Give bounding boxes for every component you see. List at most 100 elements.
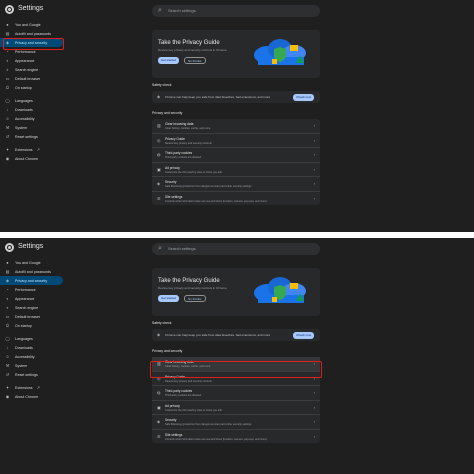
get-started-button[interactable]: Get started [158,295,179,302]
sidebar-item-languages[interactable]: ◯ Languages [0,334,66,343]
wrench-icon: ⚒ [5,125,10,130]
list-item-ad-privacy[interactable]: ▣ Ad privacy Customize the info used by … [152,163,320,177]
sidebar-item-label: On startup [15,85,32,90]
sidebar-item-default-browser[interactable]: ▭ Default browser [0,74,66,83]
sidebar-item-accessibility[interactable]: ☺ Accessibility [0,114,66,123]
sidebar-item-search-engine[interactable]: ⌕ Search engine [0,303,66,312]
sidebar-item-accessibility[interactable]: ☺ Accessibility [0,352,66,361]
row-description: Review key privacy and security controls [165,379,212,383]
row-title: Security [165,180,177,184]
no-thanks-button[interactable]: No thanks [184,57,206,64]
sidebar-item-languages[interactable]: ◯ Languages [0,96,66,105]
reset-icon: ↺ [5,372,10,377]
search-input[interactable]: ⌕ Search settings [152,5,320,17]
sidebar-item-downloads[interactable]: ↓ Downloads [0,343,66,352]
browser-icon: ▭ [5,314,10,319]
search-placeholder: Search settings [168,246,196,251]
search-input[interactable]: ⌕ Search settings [152,243,320,255]
row-title: Site settings [165,432,183,437]
row-description: Safe Browsing (protection from dangerous… [165,185,252,188]
power-icon: ⏻ [5,323,10,328]
sidebar-item-autofill[interactable]: ▤ Autofill and passwords [0,29,66,38]
sidebar-item-autofill[interactable]: ▤ Autofill and passwords [0,267,66,276]
sidebar-item-label: Autofill and passwords [15,269,51,274]
sidebar-item-reset[interactable]: ↺ Reset settings [0,132,66,141]
chrome-logo-icon [5,5,14,14]
sidebar-item-performance[interactable]: ◔ Performance [0,285,66,294]
palette-icon: ◐ [6,296,9,301]
row-description: Safe Browsing (protection from dangerous… [165,423,252,426]
row-description: Third-party cookies are allowed [165,394,202,397]
sidebar-item-label: Default browser [15,76,41,81]
sidebar-item-extensions[interactable]: ✦ Extensions ↗ [0,145,66,154]
accessibility-icon: ☺ [5,354,10,359]
check-now-button[interactable]: Check now [293,93,314,101]
sidebar-item-extensions[interactable]: ✦ Extensions ↗ [0,383,66,392]
sidebar-item-appearance[interactable]: ◐ Appearance [0,56,66,65]
row-title: Third-party cookies [165,389,193,393]
row-description: Review key privacy and security controls [165,141,212,145]
sidebar-item-you-and-google[interactable]: ● You and Google [0,20,66,29]
sidebar-item-default-browser[interactable]: ▭ Default browser [0,312,66,321]
compass-icon: ◎ [157,137,161,143]
chevron-right-icon: › [313,404,315,410]
no-thanks-button[interactable]: No thanks [184,295,206,302]
browser-icon: ▭ [5,76,10,81]
list-item-third-party-cookies[interactable]: ◍ Third-party cookies Third-party cookie… [152,386,320,401]
list-item-site-settings[interactable]: ☰ Site settings Controls what informatio… [152,430,320,444]
list-item-security[interactable]: ◈ Security Safe Browsing (protection fro… [152,415,320,430]
row-description: Customize the info used by sites to show… [165,170,222,174]
shield-icon: ◈ [157,419,161,424]
sidebar-item-label: Default browser [15,314,41,319]
list-item-privacy-guide[interactable]: ◎ Privacy Guide Review key privacy and s… [152,134,320,148]
list-item-site-settings[interactable]: ☰ Site settings Controls what informatio… [152,192,320,206]
sidebar-item-label: System [15,125,27,130]
list-item-clear-browsing-data[interactable]: ▥ Clear browsing data Clear history, coo… [152,119,320,134]
sidebar-item-privacy[interactable]: ◈ Privacy and security [0,276,63,285]
shield-check-icon: ◈ [157,94,161,99]
row-title: Clear browsing data [165,122,194,126]
sidebar-item-you-and-google[interactable]: ● You and Google [0,258,66,267]
chevron-right-icon: › [313,181,315,186]
row-title: Third-party cookies [165,151,193,155]
sidebar-item-label: Appearance [15,58,35,63]
sidebar-item-on-startup[interactable]: ⏻ On startup [0,321,66,330]
sidebar-item-about-chrome[interactable]: ◉ About Chrome [0,392,66,401]
search-icon: ⌕ [6,305,9,310]
sidebar-item-search-engine[interactable]: ⌕ Search engine [0,65,66,74]
row-title: Site settings [165,194,183,199]
list-item-third-party-cookies[interactable]: ◍ Third-party cookies Third-party cookie… [152,148,320,163]
sidebar-item-downloads[interactable]: ↓ Downloads [0,105,66,114]
list-item-ad-privacy[interactable]: ▣ Ad privacy Customize the info used by … [152,401,320,415]
sidebar-item-system[interactable]: ⚒ System [0,123,66,132]
row-description: Customize the info used by sites to show… [165,408,222,412]
shield-icon: ◈ [157,181,161,186]
privacy-guide-title: Take the Privacy Guide [158,278,220,284]
chevron-right-icon: › [313,152,315,157]
highlight-box-clear-browsing-data [150,361,322,378]
sidebar-item-label: Languages [15,98,33,103]
row-description: Clear history, cookies, cache, and more [165,127,211,130]
app-title: Settings [18,5,44,12]
get-started-button[interactable]: Get started [158,57,179,64]
puzzle-icon: ✦ [5,147,10,152]
sidebar-item-label: Extensions [15,147,33,152]
list-item-security[interactable]: ◈ Security Safe Browsing (protection fro… [152,177,320,192]
sidebar-item-label: You and Google [15,260,41,265]
search-icon: ⌕ [6,67,9,72]
person-icon: ● [6,260,9,265]
sidebar-item-about-chrome[interactable]: ◉ About Chrome [0,154,66,163]
check-now-button[interactable]: Check now [293,331,314,339]
chevron-right-icon: › [313,166,315,172]
privacy-guide-description: Review key privacy and security controls… [158,286,227,290]
sidebar-item-label: About Chrome [15,156,39,161]
sidebar-item-system[interactable]: ⚒ System [0,361,66,370]
sidebar-item-label: Accessibility [15,354,35,359]
sidebar-item-on-startup[interactable]: ⏻ On startup [0,83,66,92]
sidebar-item-reset[interactable]: ↺ Reset settings [0,370,66,379]
sidebar-item-appearance[interactable]: ◐ Appearance [0,294,66,303]
app-title: Settings [18,243,44,250]
chevron-right-icon: › [313,433,315,439]
settings-window-step-2: Settings ⌕ Search settings ● You and Goog… [0,238,474,474]
sidebar-item-label: Extensions [15,385,33,390]
